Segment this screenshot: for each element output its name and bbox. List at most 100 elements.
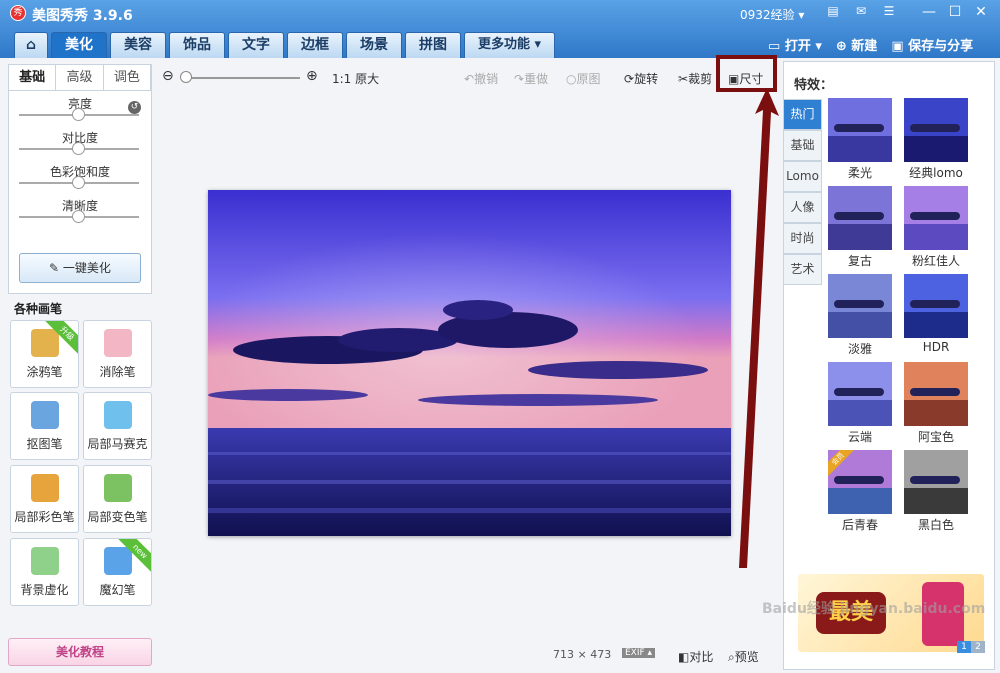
- effect-black-white[interactable]: 黑白色: [904, 450, 968, 533]
- preview-button[interactable]: ⌕预览: [728, 648, 759, 665]
- open-button[interactable]: ▭ 打开 ▾: [768, 35, 822, 54]
- minimize-button[interactable]: —: [918, 3, 940, 21]
- tab-fashion[interactable]: 时尚: [784, 223, 822, 254]
- slider-knob[interactable]: [72, 108, 85, 121]
- ad-pager: 1 2: [957, 641, 985, 653]
- thumb-cloud: [910, 476, 960, 484]
- effect-classic-lomo[interactable]: 经典lomo: [904, 98, 968, 181]
- tab-collage[interactable]: 拼图: [405, 32, 461, 58]
- tab-portrait[interactable]: 人像: [784, 192, 822, 223]
- effect-abao[interactable]: 阿宝色: [904, 362, 968, 445]
- brush-eraser[interactable]: 消除笔: [83, 320, 152, 388]
- rotate-button[interactable]: ⟳旋转: [624, 70, 658, 87]
- tutorial-label: 美化教程: [55, 645, 104, 659]
- save-share-button[interactable]: ▣ 保存与分享: [891, 35, 973, 54]
- slider-knob[interactable]: [72, 210, 85, 223]
- brush-recolor[interactable]: 局部变色笔: [83, 465, 152, 533]
- auto-beautify-button[interactable]: ✎ 一键美化: [19, 253, 141, 283]
- saturation-slider[interactable]: 色彩饱和度: [9, 159, 151, 193]
- original-button[interactable]: ○原图: [566, 70, 601, 87]
- effect-thumbnail: [904, 362, 968, 426]
- menu-icon[interactable]: ☰: [881, 4, 897, 18]
- brush-cutout[interactable]: 抠图笔: [10, 392, 79, 460]
- ad-page-2[interactable]: 2: [971, 641, 985, 653]
- brush-color-splash[interactable]: 局部彩色笔: [10, 465, 79, 533]
- thumb-sea: [828, 224, 892, 250]
- brush-doodle[interactable]: 升级 涂鸦笔: [10, 320, 79, 388]
- tab-beauty[interactable]: 美容: [110, 32, 166, 58]
- highlight-box: [716, 55, 777, 92]
- tab-home[interactable]: ⌂: [14, 32, 48, 58]
- photo-canvas[interactable]: [208, 190, 731, 536]
- tab-lomo[interactable]: Lomo: [784, 161, 822, 192]
- zoom-in-icon[interactable]: ⊕: [306, 68, 318, 84]
- compare-button[interactable]: ◧对比: [678, 648, 713, 665]
- thumb-cloud: [910, 124, 960, 132]
- tab-frame[interactable]: 边框: [287, 32, 343, 58]
- brush-label: 魔幻笔: [99, 583, 136, 597]
- tab-more[interactable]: 更多功能 ▾: [464, 32, 556, 58]
- scissors-icon: ✂: [678, 72, 689, 86]
- effect-hdr[interactable]: HDR: [904, 274, 968, 354]
- effect-elegant[interactable]: 淡雅: [828, 274, 892, 357]
- tab-basic-fx[interactable]: 基础: [784, 130, 822, 161]
- brush-mosaic[interactable]: 局部马赛克: [83, 392, 152, 460]
- effect-retro[interactable]: 复古: [828, 186, 892, 269]
- ad-page-1[interactable]: 1: [957, 641, 971, 653]
- main-tabs: ⌂ 美化 美容 饰品 文字 边框 场景 拼图 更多功能 ▾: [14, 32, 556, 58]
- thumb-sea: [828, 400, 892, 426]
- tab-art[interactable]: 艺术: [784, 254, 822, 285]
- effect-cloud[interactable]: 云端: [828, 362, 892, 445]
- new-button[interactable]: ⊕ 新建: [836, 35, 877, 54]
- tab-basic[interactable]: 基础: [9, 65, 57, 90]
- close-button[interactable]: ✕: [970, 3, 992, 21]
- brush-background-blur[interactable]: 背景虚化: [10, 538, 79, 606]
- effect-label: 淡雅: [847, 342, 872, 356]
- crop-button[interactable]: ✂裁剪: [678, 70, 712, 87]
- tab-advanced[interactable]: 高级: [56, 65, 104, 90]
- tab-color[interactable]: 调色: [104, 65, 151, 90]
- actual-size-button[interactable]: 1:1 原大: [332, 70, 379, 87]
- thumb-sea: [904, 488, 968, 514]
- app-title: 美图秀秀 3.9.6: [32, 8, 133, 24]
- undo-button[interactable]: ↶撤销: [464, 70, 498, 87]
- user-menu[interactable]: 0932经验 ▾: [740, 6, 804, 23]
- effect-thumbnail: [904, 186, 968, 250]
- skin-icon[interactable]: ▤: [825, 4, 841, 18]
- color-brush-icon: [31, 474, 59, 502]
- message-icon[interactable]: ✉: [853, 4, 869, 18]
- contrast-slider[interactable]: 对比度: [9, 125, 151, 159]
- effect-soft-light[interactable]: 柔光: [828, 98, 892, 181]
- tab-accessories[interactable]: 饰品: [169, 32, 225, 58]
- slider-knob[interactable]: [72, 142, 85, 155]
- brightness-slider[interactable]: 亮度: [9, 91, 151, 125]
- effect-pink-lady[interactable]: 粉红佳人: [904, 186, 968, 269]
- adjust-tabs: 基础 高级 调色: [9, 65, 151, 91]
- compare-icon: ◧: [678, 650, 690, 664]
- brush-magic[interactable]: new 魔幻笔: [83, 538, 152, 606]
- zoom-slider[interactable]: [182, 77, 300, 79]
- effect-thumbnail: [828, 98, 892, 162]
- tab-beautify[interactable]: 美化: [51, 32, 107, 58]
- workspace: 基础 高级 调色 ↺ 亮度 对比度 色彩饱和度 清晰度 ✎ 一键美化 各种画笔 …: [0, 55, 1000, 673]
- thumb-cloud: [910, 388, 960, 396]
- brush-label: 局部彩色笔: [14, 510, 75, 524]
- cutout-pen-icon: [31, 401, 59, 429]
- tab-text[interactable]: 文字: [228, 32, 284, 58]
- effect-label: 复古: [847, 254, 872, 268]
- redo-button[interactable]: ↷重做: [514, 70, 548, 87]
- sharpness-slider[interactable]: 清晰度: [9, 193, 151, 227]
- zoom-knob[interactable]: [180, 71, 192, 83]
- original-icon: ○: [566, 72, 577, 86]
- maximize-button[interactable]: ☐: [944, 3, 966, 21]
- exif-button[interactable]: EXIF ▴: [622, 648, 656, 658]
- redo-icon: ↷: [514, 72, 525, 86]
- slider-knob[interactable]: [72, 176, 85, 189]
- effect-thumbnail: [828, 362, 892, 426]
- tab-hot[interactable]: 热门: [784, 99, 822, 130]
- folder-icon: ▭: [768, 39, 785, 54]
- effect-youth[interactable]: 会员 后青春: [828, 450, 892, 533]
- tutorial-button[interactable]: 美化教程: [8, 638, 152, 666]
- zoom-out-icon[interactable]: ⊖: [162, 68, 174, 84]
- tab-scene[interactable]: 场景: [346, 32, 402, 58]
